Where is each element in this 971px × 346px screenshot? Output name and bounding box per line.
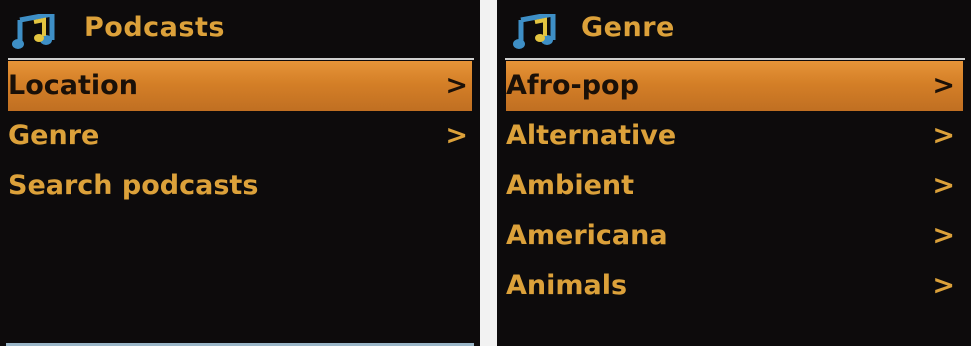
menu-item-alternative[interactable]: Alternative >	[497, 111, 971, 161]
title-divider	[505, 58, 965, 60]
title-divider	[8, 58, 474, 60]
menu-list: Afro-pop > Alternative > Ambient > Ameri…	[497, 61, 971, 311]
menu-item-label: Americana	[506, 220, 668, 251]
menu-item-label: Ambient	[506, 170, 635, 201]
menu-item-ambient[interactable]: Ambient >	[497, 161, 971, 211]
podcasts-screen: Podcasts Location > Genre > Search podca…	[0, 0, 480, 346]
menu-item-animals[interactable]: Animals >	[497, 261, 971, 311]
page-title: Podcasts	[84, 12, 225, 43]
chevron-right-icon: >	[932, 170, 955, 201]
music-note-icon	[513, 14, 556, 49]
page-title: Genre	[581, 12, 675, 43]
menu-item-americana[interactable]: Americana >	[497, 211, 971, 261]
music-note-icon	[12, 14, 55, 49]
title-bar: Podcasts	[0, 0, 480, 58]
menu-item-label: Location	[8, 70, 138, 101]
chevron-right-icon: >	[445, 70, 468, 101]
menu-item-location[interactable]: Location >	[8, 61, 472, 111]
chevron-right-icon: >	[932, 270, 955, 301]
menu-item-label: Search podcasts	[8, 170, 259, 201]
chevron-right-icon: >	[932, 120, 955, 151]
genre-screen: Genre Afro-pop > Alternative > Ambient >…	[497, 0, 971, 346]
chevron-right-icon: >	[932, 70, 955, 101]
menu-item-label: Afro-pop	[506, 70, 639, 101]
title-bar: Genre	[497, 0, 971, 58]
chevron-right-icon: >	[445, 120, 468, 151]
menu-item-genre[interactable]: Genre >	[0, 111, 480, 161]
menu-list: Location > Genre > Search podcasts	[0, 61, 480, 211]
menu-item-label: Alternative	[506, 120, 677, 151]
chevron-right-icon: >	[932, 220, 955, 251]
menu-item-search-podcasts[interactable]: Search podcasts	[0, 161, 480, 211]
menu-item-label: Genre	[8, 120, 100, 151]
menu-item-label: Animals	[506, 270, 628, 301]
menu-item-afro-pop[interactable]: Afro-pop >	[506, 61, 963, 111]
